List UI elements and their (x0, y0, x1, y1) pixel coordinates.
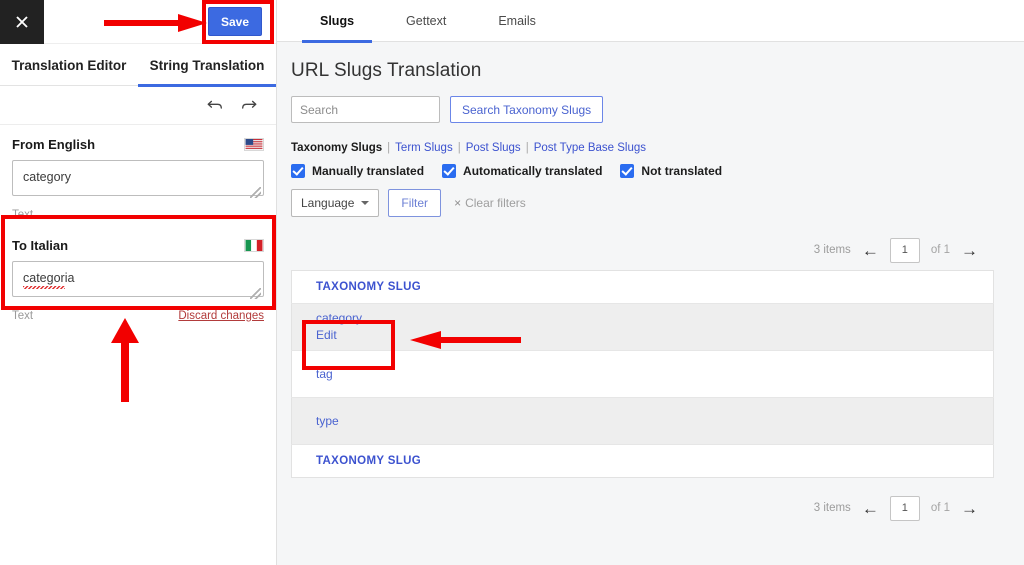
table-header-row: TAXONOMY SLUG (292, 271, 994, 304)
slug-link-term-slugs[interactable]: Term Slugs (395, 142, 453, 154)
tab-translation-editor[interactable]: Translation Editor (0, 44, 138, 86)
arrow-left-icon[interactable]: ← (862, 500, 879, 517)
checkmark-icon (442, 164, 456, 178)
table-cell-slug: type (292, 398, 994, 445)
arrow-left-icon[interactable]: ← (862, 242, 879, 259)
table-row[interactable]: type (292, 398, 994, 445)
slug-name-link[interactable]: type (316, 413, 993, 430)
table-row[interactable]: tag (292, 351, 994, 398)
column-header-taxonomy-slug: TAXONOMY SLUG (292, 271, 994, 304)
source-header: From English (12, 137, 264, 152)
target-footer: Text Discard changes (12, 308, 264, 324)
redo-arrow-icon[interactable] (240, 96, 258, 114)
source-text-input[interactable] (12, 160, 264, 196)
table-footer-row: TAXONOMY SLUG (292, 445, 994, 478)
target-text-input[interactable] (12, 261, 264, 297)
taxonomy-slugs-table: TAXONOMY SLUG category Edit tag (291, 270, 994, 478)
italy-flag-icon (244, 239, 264, 252)
checkbox-label: Manually translated (312, 164, 424, 178)
pagination-top: 3 items ← 1 of 1 → (291, 235, 994, 265)
chevron-down-icon (361, 201, 369, 205)
table-head: TAXONOMY SLUG (292, 271, 994, 304)
close-icon[interactable] (0, 0, 44, 44)
language-select[interactable]: Language (291, 189, 379, 217)
language-select-value: Language (301, 196, 354, 210)
tab-gettext[interactable]: Gettext (380, 0, 472, 42)
slug-type-links: Taxonomy Slugs | Term Slugs | Post Slugs… (291, 142, 994, 154)
slug-edit-link[interactable]: Edit (316, 327, 993, 344)
target-header: To Italian (12, 238, 264, 253)
source-title: From English (12, 137, 95, 152)
search-taxonomy-slugs-button[interactable]: Search Taxonomy Slugs (450, 96, 603, 123)
us-flag-icon (244, 138, 264, 151)
slug-name-link[interactable]: tag (316, 366, 993, 383)
table-row[interactable]: category Edit (292, 304, 994, 351)
close-small-icon: × (454, 196, 461, 210)
arrow-right-icon[interactable]: → (961, 500, 978, 517)
checkbox-automatically-translated[interactable]: Automatically translated (442, 164, 602, 178)
search-input[interactable] (291, 96, 440, 123)
checkbox-label: Automatically translated (463, 164, 602, 178)
page-title: URL Slugs Translation (291, 60, 994, 82)
slug-name-link[interactable]: category (316, 310, 993, 327)
checkmark-icon (620, 164, 634, 178)
source-type-label: Text (12, 209, 33, 221)
search-row: Search Taxonomy Slugs (291, 96, 994, 123)
filter-button[interactable]: Filter (388, 189, 441, 217)
column-footer-taxonomy-slug: TAXONOMY SLUG (292, 445, 994, 478)
checkbox-not-translated[interactable]: Not translated (620, 164, 722, 178)
target-language-block: To Italian Text Discard changes (0, 227, 276, 328)
arrow-right-icon[interactable]: → (961, 242, 978, 259)
target-type-label: Text (12, 310, 33, 322)
main-tabs: Slugs Gettext Emails (277, 0, 1024, 42)
table-cell-slug: category Edit (292, 304, 994, 351)
slug-link-taxonomy-slugs: Taxonomy Slugs (291, 142, 382, 154)
page-number-input[interactable]: 1 (890, 238, 920, 263)
target-title: To Italian (12, 238, 68, 253)
app-root: Save Translation Editor String Translati… (0, 0, 1024, 565)
items-count: 3 items (814, 244, 851, 256)
checkmark-icon (291, 164, 305, 178)
table-body: category Edit tag type (292, 304, 994, 445)
sidebar-topbar: Save (0, 0, 276, 44)
history-toolbar (0, 86, 276, 125)
total-pages-label: of 1 (931, 502, 950, 514)
link-separator: | (387, 142, 390, 154)
undo-arrow-icon[interactable] (206, 96, 224, 114)
slug-link-post-slugs[interactable]: Post Slugs (466, 142, 521, 154)
discard-changes-link[interactable]: Discard changes (178, 310, 264, 322)
clear-filters-button[interactable]: × Clear filters (454, 196, 526, 210)
table-cell-slug: tag (292, 351, 994, 398)
tab-emails[interactable]: Emails (472, 0, 562, 42)
tab-string-translation[interactable]: String Translation (138, 44, 276, 86)
link-separator: | (458, 142, 461, 154)
translation-sidebar: Save Translation Editor String Translati… (0, 0, 277, 565)
filter-actions: Language Filter × Clear filters (291, 189, 994, 217)
checkbox-manually-translated[interactable]: Manually translated (291, 164, 424, 178)
pagination-bottom: 3 items ← 1 of 1 → (291, 493, 994, 523)
table-foot: TAXONOMY SLUG (292, 445, 994, 478)
sidebar-tabs: Translation Editor String Translation (0, 44, 276, 86)
items-count: 3 items (814, 502, 851, 514)
source-textarea-wrap (12, 160, 264, 201)
checkbox-label: Not translated (641, 164, 722, 178)
total-pages-label: of 1 (931, 244, 950, 256)
slug-link-post-type-base-slugs[interactable]: Post Type Base Slugs (534, 142, 646, 154)
filter-checkboxes: Manually translated Automatically transl… (291, 164, 994, 178)
target-textarea-wrap (12, 261, 264, 302)
source-footer: Text (12, 207, 264, 223)
main-content: URL Slugs Translation Search Taxonomy Sl… (277, 42, 1024, 523)
save-button[interactable]: Save (208, 7, 262, 36)
clear-filters-label: Clear filters (465, 196, 526, 210)
slugs-main-panel: Slugs Gettext Emails URL Slugs Translati… (277, 0, 1024, 565)
source-language-block: From English Text (0, 125, 276, 227)
tab-slugs[interactable]: Slugs (294, 0, 380, 42)
link-separator: | (526, 142, 529, 154)
page-number-input[interactable]: 1 (890, 496, 920, 521)
